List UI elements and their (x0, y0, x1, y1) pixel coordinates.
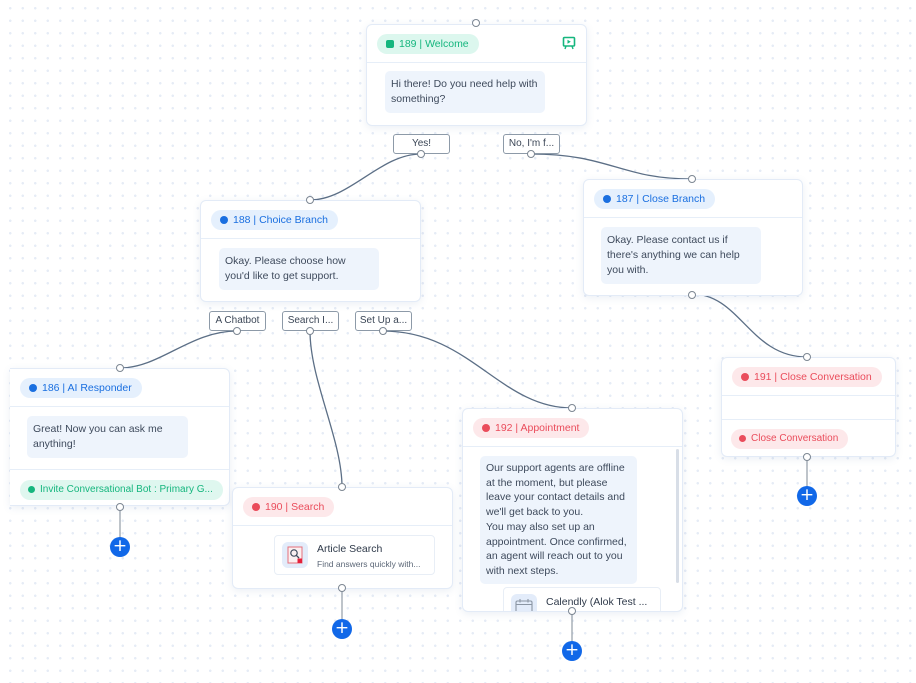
choice-no-port[interactable] (527, 150, 535, 158)
node-header: 187 | Close Branch (584, 180, 802, 218)
node-header: 190 | Search (233, 488, 452, 526)
message-bubble: Okay. Please contact us if there's anyth… (601, 227, 761, 284)
close-conversation-output-port[interactable] (803, 453, 811, 461)
add-step-button[interactable]: + (562, 641, 582, 661)
calendar-icon (511, 594, 537, 611)
action-close-conversation[interactable]: Close Conversation (731, 429, 849, 449)
article-search-card[interactable]: Article Search Find answers quickly with… (274, 535, 435, 575)
divider (10, 469, 229, 470)
message-line: You may also set up an (486, 520, 595, 533)
node-header: 186 | AI Responder (10, 369, 229, 407)
message-line: we'll get back to you. (486, 506, 584, 519)
node-close-branch[interactable]: 187 | Close Branch Okay. Please contact … (583, 179, 803, 296)
appointment-output-port[interactable] (568, 607, 576, 615)
node-choice-branch[interactable]: 188 | Choice Branch Okay. Please choose … (200, 200, 421, 302)
message-bubble: Great! Now you can ask me anything! (27, 416, 188, 458)
card-title: Calendly (Alok Test ... (546, 596, 648, 608)
connector-search-to-search-node (309, 330, 343, 488)
message-line: leave your contact details and (486, 491, 625, 504)
close-branch-input-port[interactable] (688, 175, 696, 183)
add-step-button[interactable]: + (332, 619, 352, 639)
message-line: at the moment, but please (486, 476, 608, 489)
flow-start-icon[interactable] (562, 36, 576, 50)
close-conversation-input-port[interactable] (803, 353, 811, 361)
choice-a-chatbot-port[interactable] (233, 327, 241, 335)
choice-branch-input-port[interactable] (306, 196, 314, 204)
message-bubble: Okay. Please choose how you'd like to ge… (219, 248, 379, 290)
choice-search-port[interactable] (306, 327, 314, 335)
message-line: appointment. Once confirmed, (486, 535, 627, 548)
message-bubble: Our support agents are offline at the mo… (480, 456, 637, 584)
flow-canvas[interactable]: 189 | Welcome Hi there! Do you need help… (0, 0, 916, 683)
article-search-icon (282, 542, 308, 568)
appointment-input-port[interactable] (568, 404, 576, 412)
message-bubble: Hi there! Do you need help with somethin… (385, 71, 545, 113)
node-close-conversation[interactable]: 191 | Close Conversation Close Conversat… (721, 357, 896, 457)
node-header: 191 | Close Conversation (722, 358, 895, 396)
message-line: an agent will reach out to you (486, 550, 623, 563)
node-header: 188 | Choice Branch (201, 201, 420, 239)
choice-set-up-port[interactable] (379, 327, 387, 335)
search-input-port[interactable] (338, 483, 346, 491)
ai-responder-input-port[interactable] (116, 364, 124, 372)
node-header: 192 | Appointment (463, 409, 682, 447)
card-subtitle: Find answers quickly with... (317, 559, 421, 569)
message-line: Our support agents are offline (486, 462, 625, 474)
node-badge: 187 | Close Branch (594, 189, 716, 209)
add-step-button[interactable]: + (797, 486, 817, 506)
choice-yes-port[interactable] (417, 150, 425, 158)
connector-setup-to-appointment (382, 330, 573, 409)
add-step-button[interactable]: + (110, 537, 130, 557)
connector-close-branch-to-close-conversation (691, 293, 808, 358)
node-badge: 186 | AI Responder (20, 378, 142, 398)
close-branch-output-port[interactable] (688, 291, 696, 299)
welcome-input-port[interactable] (472, 19, 480, 27)
node-appointment[interactable]: 192 | Appointment Our support agents are… (462, 408, 683, 612)
search-output-port[interactable] (338, 584, 346, 592)
scrollbar[interactable] (676, 449, 679, 583)
node-badge: 191 | Close Conversation (732, 367, 882, 387)
message-line: with next steps. (486, 564, 559, 577)
node-badge: 192 | Appointment (473, 418, 590, 438)
node-search[interactable]: 190 | Search Article Search Find answers… (232, 487, 453, 589)
node-badge: 189 | Welcome (377, 34, 479, 54)
action-invite-bot[interactable]: Invite Conversational Bot : Primary G... (20, 480, 223, 500)
divider (722, 419, 895, 420)
calendly-card[interactable]: Calendly (Alok Test ... (503, 587, 661, 611)
node-badge: 190 | Search (243, 497, 335, 517)
ai-responder-output-port[interactable] (116, 503, 124, 511)
node-header: 189 | Welcome (367, 25, 586, 63)
node-badge: 188 | Choice Branch (211, 210, 338, 230)
connector-no-to-close-branch (530, 153, 693, 180)
node-welcome[interactable]: 189 | Welcome Hi there! Do you need help… (366, 24, 587, 126)
connector-yes-to-choice-branch (309, 153, 422, 201)
node-ai-responder[interactable]: 186 | AI Responder Great! Now you can as… (10, 368, 230, 506)
connector-chatbot-to-ai-responder (119, 330, 238, 369)
card-title: Article Search (317, 543, 383, 555)
